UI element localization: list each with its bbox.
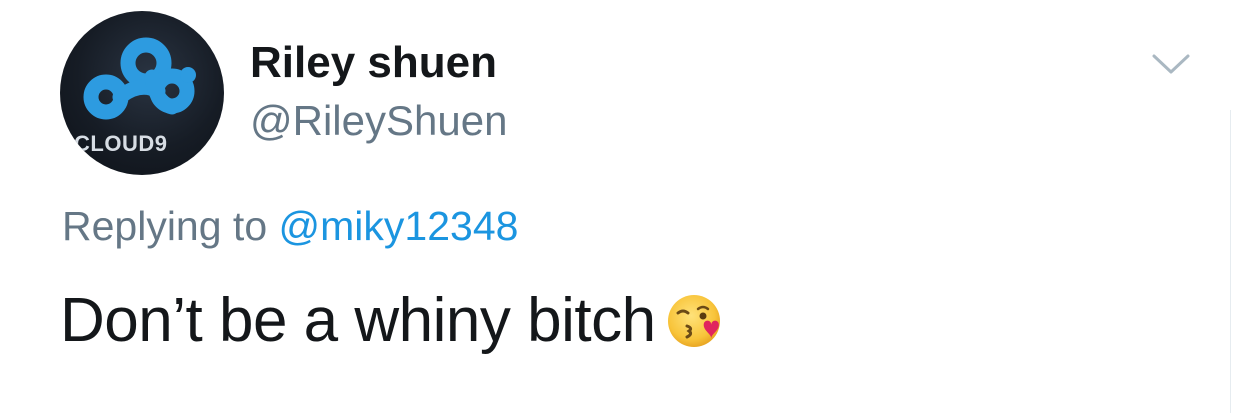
replying-to: Replying to @miky12348 [62, 203, 518, 250]
tweet-card: CLOUD9 Riley shuen @RileyShuen Replying … [0, 0, 1241, 413]
kiss-face-emoji-icon [666, 289, 728, 366]
tweet-body: Don’t be a whiny bitch [60, 286, 656, 355]
reply-mention-link[interactable]: @miky12348 [279, 203, 519, 249]
avatar-logo-text: CLOUD9 [74, 131, 168, 156]
display-name[interactable]: Riley shuen [250, 38, 497, 88]
tweet-text: Don’t be a whiny bitch [60, 285, 728, 366]
chevron-down-icon [1152, 54, 1190, 74]
divider [1230, 110, 1231, 413]
user-handle[interactable]: @RileyShuen [250, 97, 507, 145]
tweet-menu-button[interactable] [1150, 50, 1192, 80]
avatar[interactable]: CLOUD9 [60, 11, 224, 175]
replying-to-label: Replying to [62, 203, 268, 249]
